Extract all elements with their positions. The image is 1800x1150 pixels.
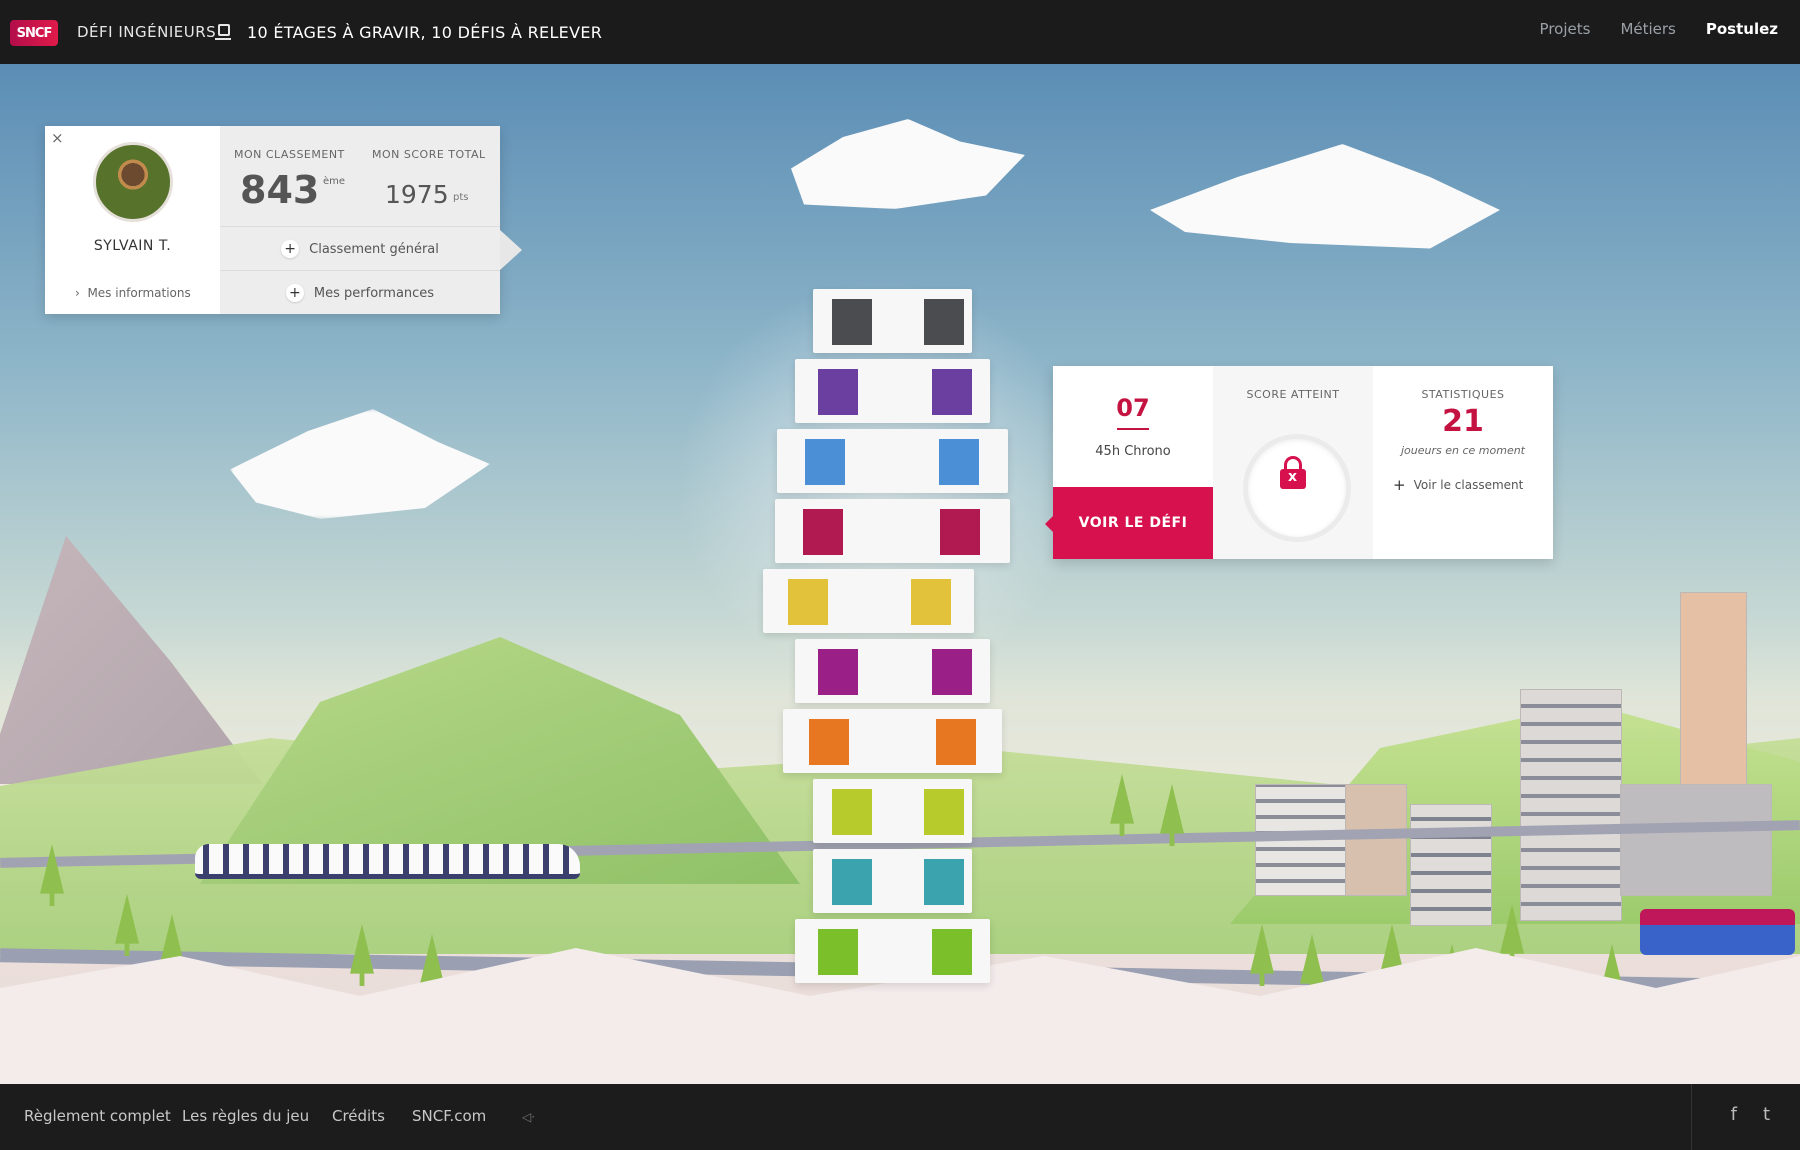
profile-card: × SYLVAIN T. › Mes informations MON CLAS… bbox=[45, 126, 522, 314]
see-challenge-button[interactable]: VOIR LE DÉFI bbox=[1053, 487, 1213, 559]
floor-window bbox=[809, 719, 849, 765]
footer-credits[interactable]: Crédits bbox=[332, 1107, 385, 1125]
score-column: SCORE ATTEINT bbox=[1213, 366, 1373, 559]
floor-column: 07 45h Chrono VOIR LE DÉFI bbox=[1045, 366, 1213, 559]
rank-value: 843 bbox=[240, 168, 320, 212]
floor-window bbox=[932, 369, 972, 415]
brand-title[interactable]: DÉFI INGÉNIEURS bbox=[77, 23, 216, 41]
floor-window bbox=[939, 439, 979, 485]
floor-underline bbox=[1117, 428, 1149, 430]
my-performances-label: Mes performances bbox=[313, 285, 435, 301]
floor-window bbox=[803, 509, 843, 555]
player-name: SYLVAIN T. bbox=[93, 238, 172, 254]
see-ranking-label: Voir le classement bbox=[1413, 478, 1524, 492]
office-building bbox=[1345, 784, 1407, 896]
profile-stats: MON CLASSEMENT MON SCORE TOTAL 843 ème 1… bbox=[220, 126, 500, 314]
avatar bbox=[93, 142, 173, 222]
footer: Règlement complet Les règles du jeu Créd… bbox=[0, 1084, 1800, 1150]
bus bbox=[1640, 909, 1795, 955]
tagline: 10 ÉTAGES À GRAVIR, 10 DÉFIS À RELEVER bbox=[247, 23, 603, 42]
floor-window bbox=[940, 509, 980, 555]
floor-window bbox=[932, 929, 972, 975]
tower-floor[interactable] bbox=[795, 919, 990, 983]
nav-projets[interactable]: Projets bbox=[1540, 20, 1591, 38]
footer-sncf[interactable]: SNCF.com bbox=[412, 1107, 486, 1125]
my-performances-link[interactable]: + Mes performances bbox=[220, 270, 500, 315]
stats-label: STATISTIQUES bbox=[1421, 388, 1505, 401]
tower-floor[interactable] bbox=[763, 569, 974, 633]
footer-game-rules[interactable]: Les règles du jeu bbox=[182, 1107, 309, 1125]
score-reached-label: SCORE ATTEINT bbox=[1246, 388, 1340, 401]
tower-floor[interactable] bbox=[777, 429, 1008, 493]
floor-window bbox=[818, 369, 858, 415]
players-desc: joueurs en ce moment bbox=[1400, 444, 1525, 457]
floor-window bbox=[832, 789, 872, 835]
my-info-label: Mes informations bbox=[87, 286, 191, 300]
tower-floor[interactable] bbox=[783, 709, 1002, 773]
close-icon[interactable]: × bbox=[51, 129, 64, 147]
my-info-link[interactable]: › Mes informations bbox=[75, 286, 191, 300]
challenge-tower bbox=[763, 229, 1010, 1049]
players-count: 21 bbox=[1442, 404, 1484, 439]
office-building bbox=[1410, 804, 1492, 926]
plus-icon: + bbox=[1393, 476, 1406, 494]
floor-window bbox=[924, 789, 964, 835]
tower-floor[interactable] bbox=[795, 639, 990, 703]
rank-unit: ème bbox=[323, 176, 346, 187]
floor-window bbox=[911, 579, 951, 625]
floor-subtitle: 45h Chrono bbox=[1095, 444, 1171, 459]
floor-window bbox=[818, 649, 858, 695]
footer-rules-full[interactable]: Règlement complet bbox=[24, 1107, 171, 1125]
office-building bbox=[1520, 689, 1622, 921]
challenge-card: 07 45h Chrono VOIR LE DÉFI SCORE ATTEINT… bbox=[1045, 366, 1553, 559]
tower-floor[interactable] bbox=[813, 289, 972, 353]
plus-icon: + bbox=[285, 284, 304, 302]
footer-divider bbox=[1691, 1084, 1692, 1150]
floor-number: 07 bbox=[1116, 394, 1150, 422]
score-value: 1975 bbox=[385, 180, 449, 209]
main-nav: Projets Métiers Postulez bbox=[1540, 20, 1778, 38]
floor-window bbox=[924, 859, 964, 905]
tower-floor[interactable] bbox=[813, 779, 972, 843]
score-label: MON SCORE TOTAL bbox=[372, 148, 486, 161]
see-ranking-link[interactable]: + Voir le classement bbox=[1393, 476, 1523, 494]
tower-floor[interactable] bbox=[813, 849, 972, 913]
cta-notch bbox=[1045, 516, 1053, 532]
rank-label: MON CLASSEMENT bbox=[234, 148, 345, 161]
floor-window bbox=[805, 439, 845, 485]
chevron-right-icon: › bbox=[75, 286, 88, 300]
nav-metiers[interactable]: Métiers bbox=[1620, 20, 1675, 38]
nav-postulez[interactable]: Postulez bbox=[1706, 20, 1778, 38]
general-ranking-label: Classement général bbox=[309, 241, 439, 257]
card-pointer bbox=[500, 230, 522, 270]
floor-window bbox=[832, 859, 872, 905]
tower-floor[interactable] bbox=[795, 359, 990, 423]
cloud bbox=[230, 409, 490, 519]
floor-window bbox=[818, 929, 858, 975]
tower-floor[interactable] bbox=[775, 499, 1010, 563]
twitter-icon[interactable]: t bbox=[1763, 1104, 1770, 1125]
stats-column: STATISTIQUES 21 joueurs en ce moment + V… bbox=[1373, 366, 1553, 559]
cloud bbox=[791, 119, 1025, 209]
floor-window bbox=[788, 579, 828, 625]
social-links: f t bbox=[1731, 1104, 1770, 1125]
floor-window bbox=[832, 299, 872, 345]
station-building bbox=[1620, 784, 1772, 896]
locked-score-badge bbox=[1243, 434, 1351, 542]
tower-icon bbox=[215, 24, 231, 40]
top-bar: SNCF DÉFI INGÉNIEURS 10 ÉTAGES À GRAVIR,… bbox=[0, 0, 1800, 64]
sound-icon[interactable]: ◁· bbox=[522, 1110, 536, 1124]
cloud bbox=[1150, 144, 1500, 249]
sncf-logo[interactable]: SNCF bbox=[10, 20, 58, 46]
floor-window bbox=[936, 719, 976, 765]
facebook-icon[interactable]: f bbox=[1731, 1104, 1737, 1125]
floor-window bbox=[932, 649, 972, 695]
floor-window bbox=[924, 299, 964, 345]
plus-icon: + bbox=[281, 240, 300, 258]
general-ranking-link[interactable]: + Classement général bbox=[220, 226, 500, 271]
lock-icon bbox=[1280, 456, 1306, 489]
score-unit: pts bbox=[453, 192, 469, 203]
train bbox=[195, 844, 580, 879]
app-root: SNCF DÉFI INGÉNIEURS 10 ÉTAGES À GRAVIR,… bbox=[0, 0, 1800, 1150]
